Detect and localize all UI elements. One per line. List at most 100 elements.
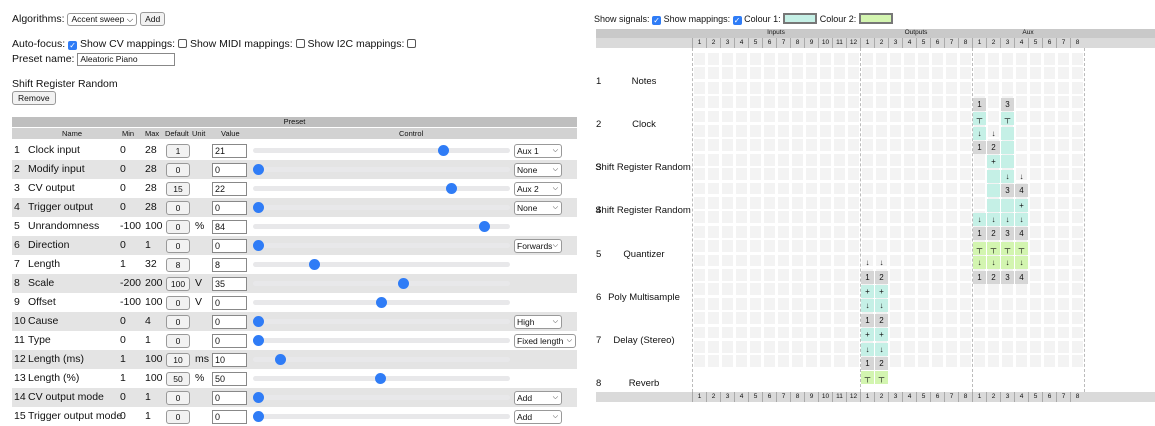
- show-cv-checkbox[interactable]: [178, 39, 188, 48]
- show-signals-checkbox[interactable]: ✓: [652, 16, 662, 25]
- grid-cell: [791, 354, 804, 369]
- value-input[interactable]: 0: [212, 201, 247, 215]
- param-select[interactable]: None ⌵: [514, 163, 562, 177]
- value-input[interactable]: 0: [212, 296, 247, 310]
- value-input[interactable]: 50: [212, 372, 247, 386]
- value-slider-track[interactable]: [253, 414, 510, 419]
- value-slider-thumb[interactable]: [253, 240, 264, 251]
- param-select[interactable]: Add ⌵: [514, 391, 562, 405]
- grid-cell: [1001, 282, 1014, 297]
- default-button[interactable]: 50: [166, 372, 190, 386]
- default-button[interactable]: 15: [166, 182, 190, 196]
- value-slider-thumb[interactable]: [253, 335, 264, 346]
- grid-cell: [973, 80, 986, 95]
- grid-cell: [945, 282, 958, 297]
- node-name[interactable]: Shift Register Random: [593, 161, 693, 174]
- node-name[interactable]: Notes: [596, 75, 692, 88]
- value-input[interactable]: 84: [212, 220, 247, 234]
- node-name[interactable]: Poly Multisample: [596, 291, 692, 304]
- value-input[interactable]: 0: [212, 334, 247, 348]
- value-slider-thumb[interactable]: [375, 373, 386, 384]
- default-button[interactable]: 0: [166, 239, 190, 253]
- default-button[interactable]: 8: [166, 258, 190, 272]
- value-slider-track[interactable]: [253, 319, 510, 324]
- value-input[interactable]: 0: [212, 239, 247, 253]
- algorithm-select[interactable]: Accent sweep ⌵: [67, 12, 138, 26]
- default-button[interactable]: 1: [166, 144, 190, 158]
- value-slider-track[interactable]: [253, 262, 510, 267]
- value-slider-track[interactable]: [253, 148, 510, 153]
- value-slider-thumb[interactable]: [309, 259, 320, 270]
- default-button[interactable]: 0: [166, 391, 190, 405]
- node-name[interactable]: Clock: [596, 118, 692, 131]
- value-input[interactable]: 0: [212, 410, 247, 424]
- value-input[interactable]: 35: [212, 277, 247, 291]
- value-slider-track[interactable]: [253, 395, 510, 400]
- param-select[interactable]: Add ⌵: [514, 410, 562, 424]
- value-slider-track[interactable]: [253, 243, 510, 248]
- value-slider-track[interactable]: [253, 357, 510, 362]
- value-slider-track[interactable]: [253, 224, 510, 229]
- param-select[interactable]: Aux 2 ⌵: [514, 182, 562, 196]
- value-input[interactable]: 22: [212, 182, 247, 196]
- value-slider-track[interactable]: [253, 338, 510, 343]
- column-number: 6: [762, 38, 776, 48]
- show-mappings-checkbox[interactable]: ✓: [732, 16, 742, 25]
- value-slider-track[interactable]: [253, 281, 510, 286]
- remove-button[interactable]: Remove: [12, 91, 56, 106]
- grid-cell: [917, 296, 930, 311]
- colour1-swatch[interactable]: [783, 13, 818, 24]
- row-number: 10: [14, 315, 26, 327]
- value-input[interactable]: 0: [212, 391, 247, 405]
- value-slider-thumb[interactable]: [479, 221, 490, 232]
- node-name[interactable]: Shift Register Random: [593, 204, 693, 217]
- default-button[interactable]: 100: [166, 277, 190, 291]
- default-button[interactable]: 0: [166, 220, 190, 234]
- value-slider-thumb[interactable]: [438, 145, 449, 156]
- default-button[interactable]: 0: [166, 334, 190, 348]
- param-select[interactable]: Aux 1 ⌵: [514, 144, 562, 158]
- param-select[interactable]: None ⌵: [514, 201, 562, 215]
- grid-cell: [763, 224, 776, 239]
- value-slider-thumb[interactable]: [275, 354, 286, 365]
- value-slider-thumb[interactable]: [253, 202, 264, 213]
- grid-cell: [693, 354, 706, 369]
- value-slider-thumb[interactable]: [376, 297, 387, 308]
- value-slider-thumb[interactable]: [398, 278, 409, 289]
- show-i2c-checkbox[interactable]: [407, 39, 417, 48]
- param-select[interactable]: High ⌵: [514, 315, 562, 329]
- default-button[interactable]: 0: [166, 201, 190, 215]
- default-button[interactable]: 0: [166, 315, 190, 329]
- node-name[interactable]: Delay (Stereo): [596, 334, 692, 347]
- node-name[interactable]: Quantizer: [596, 248, 692, 261]
- value-slider-track[interactable]: [253, 167, 510, 172]
- grid-cell: [959, 95, 972, 110]
- value-slider-thumb[interactable]: [253, 392, 264, 403]
- auto-focus-checkbox[interactable]: ✓: [68, 41, 78, 50]
- param-select[interactable]: Fixed length ⌵: [514, 334, 576, 348]
- default-button[interactable]: 0: [166, 296, 190, 310]
- default-button[interactable]: 10: [166, 353, 190, 367]
- node-name[interactable]: Reverb: [596, 377, 692, 390]
- default-button[interactable]: 0: [166, 410, 190, 424]
- value-slider-thumb[interactable]: [253, 164, 264, 175]
- value-input[interactable]: 10: [212, 353, 247, 367]
- colour2-swatch[interactable]: [858, 13, 893, 24]
- value-slider-thumb[interactable]: [253, 411, 264, 422]
- value-input[interactable]: 21: [212, 144, 247, 158]
- preset-name-input[interactable]: Aleatoric Piano: [77, 52, 176, 66]
- value-slider-thumb[interactable]: [253, 316, 264, 327]
- value-slider-track[interactable]: [253, 186, 510, 191]
- value-slider-thumb[interactable]: [446, 183, 457, 194]
- add-button[interactable]: Add: [140, 12, 166, 27]
- show-midi-checkbox[interactable]: [295, 39, 305, 48]
- value-input[interactable]: 0: [212, 163, 247, 177]
- grid-cell: [833, 239, 846, 254]
- plus-icon: +: [861, 328, 874, 342]
- default-button[interactable]: 0: [166, 163, 190, 177]
- value-slider-track[interactable]: [253, 205, 510, 210]
- grid-cell: [1057, 66, 1070, 81]
- value-input[interactable]: 8: [212, 258, 247, 272]
- value-input[interactable]: 0: [212, 315, 247, 329]
- param-select[interactable]: Forwards ⌵: [514, 239, 562, 253]
